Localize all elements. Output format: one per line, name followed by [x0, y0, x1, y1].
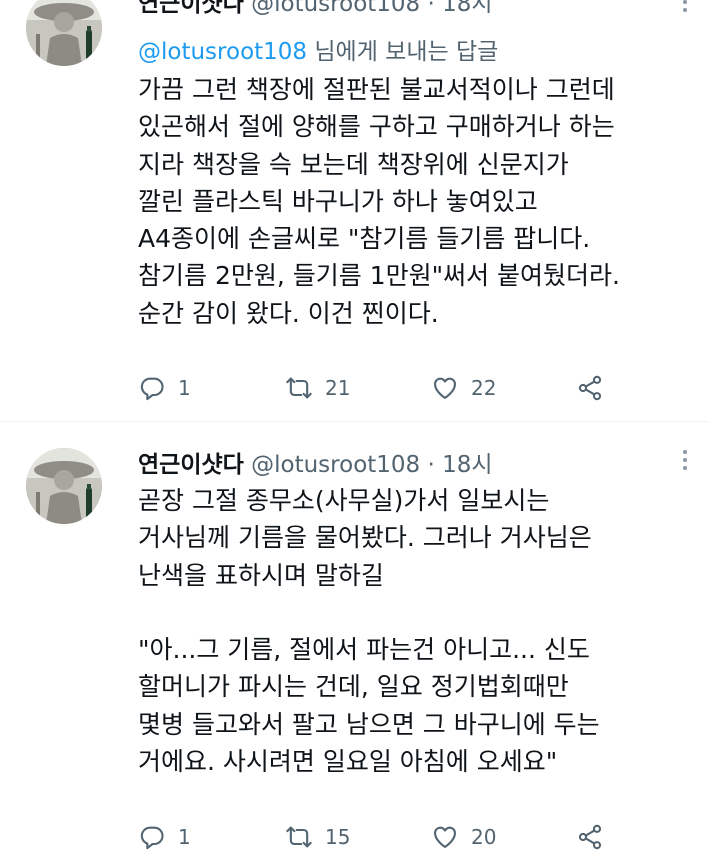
author-name[interactable]: 연근이샷다	[138, 0, 244, 17]
tweet-text-line: 할머니가 파시는 건데, 일요 정기법회때만	[138, 672, 569, 702]
tweet-text-line: 거사님께 기름을 물어봤다. 그러나 거사님은	[138, 523, 592, 553]
reply-count: 1	[178, 376, 191, 400]
like-count: 22	[471, 376, 497, 400]
more-options-icon[interactable]	[675, 446, 695, 476]
author-handle[interactable]: @lotusroot108	[251, 0, 420, 17]
tweet-text-line: 있곤해서 절에 양해를 구하고 구매하거나 하는	[138, 112, 615, 142]
reply-to-label: 님에게 보내는 답글	[307, 39, 499, 65]
reply-icon	[140, 377, 164, 401]
share-button[interactable]	[576, 373, 604, 403]
reply-to-handle[interactable]: @lotusroot108	[138, 39, 307, 65]
separator-dot: ·	[427, 0, 435, 17]
tweet[interactable]: 연근이샷다 @lotusroot108 · 18시 곧장 그절 종무소(사무실)…	[0, 422, 709, 850]
tweet-header: 연근이샷다 @lotusroot108 · 18시	[138, 445, 493, 478]
like-icon	[434, 826, 456, 848]
share-icon	[578, 375, 602, 401]
avatar[interactable]	[26, 448, 102, 524]
author-handle[interactable]: @lotusroot108	[251, 452, 420, 478]
reply-icon	[140, 826, 164, 850]
tweet-text-line: A4종이에 손글씨로 "참기름 들기름 팝니다.	[138, 224, 591, 254]
timestamp[interactable]: 18시	[442, 0, 492, 17]
tweet-header: 연근이샷다 @lotusroot108 · 18시	[138, 0, 493, 17]
tweet-text: 곧장 그절 종무소(사무실)가서 일보시는 거사님께 기름을 물어봤다. 그러나…	[138, 482, 698, 780]
retweet-count: 15	[325, 825, 351, 849]
reply-count: 1	[178, 825, 191, 849]
reply-context: @lotusroot108 님에게 보내는 답글	[138, 32, 498, 66]
tweet-text-line: 가끔 그런 책장에 절판된 불교서적이나 그런데	[138, 75, 615, 104]
more-options-icon[interactable]	[675, 0, 695, 18]
tweet-text-line: 거에요. 사시려면 일요일 아침에 오세요"	[138, 747, 558, 777]
tweet-text-line: 참기름 2만원, 들기름 1만원"써서 붙여뒀더라.	[138, 261, 620, 291]
avatar-image	[26, 448, 102, 524]
author-name[interactable]: 연근이샷다	[138, 452, 244, 478]
retweet-button[interactable]: 15	[285, 822, 350, 852]
like-button[interactable]: 20	[431, 822, 496, 852]
tweet-text-line: 몇병 들고와서 팔고 남으면 그 바구니에 두는	[138, 709, 600, 739]
tweet-text-line: 지라 책장을 슥 보는데 책장위에 신문지가	[138, 149, 569, 179]
tweet-text-line: 난색을 표하시며 말하길	[138, 560, 384, 590]
tweet-text: 가끔 그런 책장에 절판된 불교서적이나 그런데 있곤해서 절에 양해를 구하고…	[138, 71, 698, 332]
like-button[interactable]: 22	[431, 373, 496, 403]
share-icon	[578, 824, 602, 850]
tweet-actions: 1 15 20	[138, 822, 618, 852]
tweet-text-blank-line	[138, 594, 698, 631]
tweet-text-line: 곧장 그절 종무소(사무실)가서 일보시는	[138, 486, 550, 515]
reply-button[interactable]: 1	[138, 373, 191, 403]
like-count: 20	[471, 825, 497, 849]
tweet-actions: 1 21 22	[138, 373, 618, 403]
avatar[interactable]	[26, 0, 102, 66]
retweet-count: 21	[325, 376, 351, 400]
tweet-text-line: "아...그 기름, 절에서 파는건 아니고... 신도	[138, 635, 590, 665]
tweet[interactable]: 연근이샷다 @lotusroot108 · 18시 @lotusroot108 …	[0, 0, 709, 422]
share-button[interactable]	[576, 822, 604, 852]
timestamp[interactable]: 18시	[442, 452, 492, 478]
tweet-text-line: 순간 감이 왔다. 이건 찐이다.	[138, 298, 439, 328]
retweet-button[interactable]: 21	[285, 373, 350, 403]
like-icon	[434, 377, 456, 399]
reply-button[interactable]: 1	[138, 822, 191, 852]
retweet-icon	[286, 377, 312, 399]
separator-dot: ·	[427, 452, 435, 478]
avatar-image	[26, 0, 102, 66]
tweet-text-line: 깔린 플라스틱 바구니가 하나 놓여있고	[138, 186, 538, 216]
retweet-icon	[286, 826, 312, 848]
